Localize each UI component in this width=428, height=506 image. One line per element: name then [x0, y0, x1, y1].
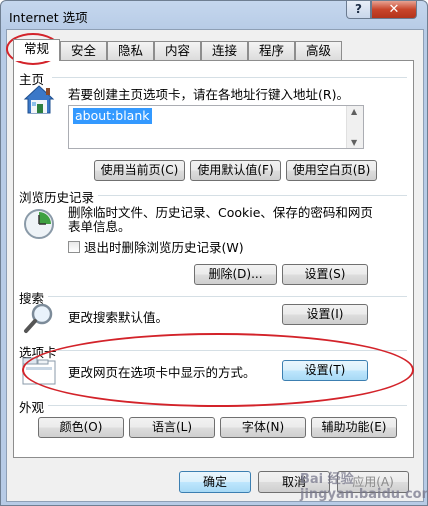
search-divider [48, 296, 407, 297]
close-button[interactable]: ✕ [371, 1, 417, 19]
search-description: 更改搜索默认值。 [68, 310, 169, 325]
home-divider [52, 77, 407, 78]
history-section-label: 浏览历史记录 [19, 190, 95, 205]
magnifier-icon [24, 303, 53, 333]
tab-privacy[interactable]: 隐私 [107, 41, 154, 60]
history-divider [98, 195, 407, 196]
tab-general[interactable]: 常规 [13, 39, 60, 61]
tab-connections[interactable]: 连接 [201, 41, 248, 60]
home-description: 若要创建主页选项卡，请在各地址行键入地址(R)。 [68, 87, 349, 102]
use-blank-button[interactable]: 使用空白页(B) [286, 160, 377, 181]
tabs-settings-button[interactable]: 设置(T) [282, 360, 368, 381]
scroll-up-arrow-icon[interactable]: ▲ [351, 107, 357, 116]
use-default-button[interactable]: 使用默认值(F) [190, 160, 281, 181]
scroll-down-arrow-icon[interactable]: ▼ [351, 138, 357, 147]
tab-advanced[interactable]: 高级 [295, 41, 342, 60]
history-clock-icon [24, 209, 54, 239]
colors-button[interactable]: 颜色(O) [38, 417, 124, 438]
search-settings-button[interactable]: 设置(I) [282, 304, 368, 325]
delete-on-exit-checkbox[interactable] [68, 241, 80, 253]
accessibility-button[interactable]: 辅助功能(E) [311, 417, 397, 438]
languages-button[interactable]: 语言(L) [129, 417, 215, 438]
tabs-divider [58, 350, 407, 351]
appearance-divider [48, 405, 407, 406]
tabbed-window-icon [22, 357, 56, 385]
general-panel: 主页 若要创建主页选项卡，请在各地址行键入地址(R)。 about:blank … [13, 60, 414, 458]
tab-programs[interactable]: 程序 [248, 41, 295, 60]
ok-button[interactable]: 确定 [179, 471, 251, 493]
history-settings-button[interactable]: 设置(S) [282, 264, 368, 285]
baidu-watermark: Bai 经验 jingyan.baidu.com [300, 472, 428, 502]
delete-history-button[interactable]: 删除(D)... [194, 264, 277, 285]
appearance-section-label: 外观 [19, 400, 45, 415]
home-page-url: about:blank [73, 108, 152, 124]
delete-on-exit-label[interactable]: 退出时删除浏览历史记录(W) [84, 240, 244, 255]
history-description-line1: 删除临时文件、历史记录、Cookie、保存的密码和网页 [68, 205, 373, 220]
window-title: Internet 选项 [9, 10, 88, 25]
help-button[interactable]: ? [346, 1, 371, 19]
internet-options-window: Internet 选项 ? ✕ 常规 安全 隐私 内容 连接 程序 高级 主页 … [0, 0, 428, 506]
dialog-body: 常规 安全 隐私 内容 连接 程序 高级 主页 若要创建主页选项卡，请在各地址行… [6, 29, 424, 502]
tab-security[interactable]: 安全 [60, 41, 107, 60]
tabs-description: 更改网页在选项卡中显示的方式。 [68, 365, 256, 380]
fonts-button[interactable]: 字体(N) [220, 417, 306, 438]
home-icon [23, 85, 55, 114]
home-page-textarea[interactable]: about:blank ▲ ▼ [68, 105, 364, 149]
home-page-scrollbar[interactable]: ▲ ▼ [346, 106, 363, 148]
history-description-line2: 表单信息。 [68, 219, 131, 234]
title-bar[interactable]: Internet 选项 ? ✕ [1, 1, 427, 29]
tab-content[interactable]: 内容 [154, 41, 201, 60]
use-current-button[interactable]: 使用当前页(C) [94, 160, 185, 181]
